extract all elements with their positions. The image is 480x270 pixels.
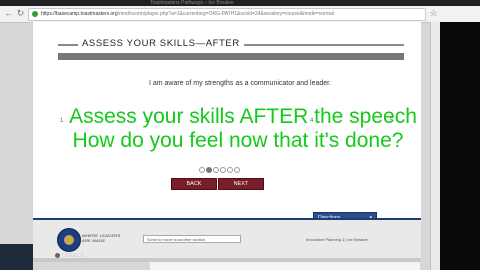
tagline-line-2: ARE MADE <box>82 238 106 243</box>
slide-heading: ASSESS YOUR SKILLS—AFTER <box>78 38 244 49</box>
page-dot[interactable] <box>234 167 240 173</box>
caption-line-2: How do you feel now that it's done? <box>72 129 404 152</box>
screenshot-stage: Toastmasters Pathways – Ice Breaker ← ↻ … <box>0 0 480 270</box>
page-dot[interactable] <box>220 167 226 173</box>
logo-globe-icon <box>64 235 74 245</box>
page-dot[interactable] <box>213 167 219 173</box>
url-text[interactable]: https://basecamp.toastmasters.org/mod/sc… <box>41 9 421 20</box>
section-dropdown[interactable]: Scroll to move to another section <box>143 235 241 243</box>
address-toolbar: ← ↻ https://basecamp.toastmasters.org/mo… <box>0 6 480 23</box>
page-dot-current[interactable] <box>206 167 212 173</box>
address-bar[interactable]: https://basecamp.toastmasters.org/mod/sc… <box>28 8 426 21</box>
next-button[interactable]: NEXT <box>218 178 264 190</box>
secure-lock-icon <box>32 11 38 17</box>
level-label[interactable]: LEVEL 5 <box>62 253 84 259</box>
bookmark-star-icon[interactable]: ☆ <box>428 8 439 19</box>
page-dot[interactable] <box>199 167 205 173</box>
heading-bar <box>58 53 404 60</box>
back-button[interactable]: BACK <box>171 178 217 190</box>
page-dot[interactable] <box>227 167 233 173</box>
toastmasters-logo <box>57 228 81 252</box>
page-indicator <box>199 160 241 173</box>
back-arrow-icon[interactable]: ← <box>3 8 14 19</box>
course-path-note: Innovative Planning 1 | Ice Breaker <box>306 237 368 242</box>
level-icon <box>55 253 60 258</box>
background-sidebar <box>0 244 33 270</box>
assessment-statement: I am aware of my strengths as a communic… <box>148 80 332 87</box>
reload-icon[interactable]: ↻ <box>15 8 26 19</box>
background-page-panel <box>150 262 420 270</box>
caption-line-1: Assess your skills AFTER the speech <box>69 105 417 128</box>
